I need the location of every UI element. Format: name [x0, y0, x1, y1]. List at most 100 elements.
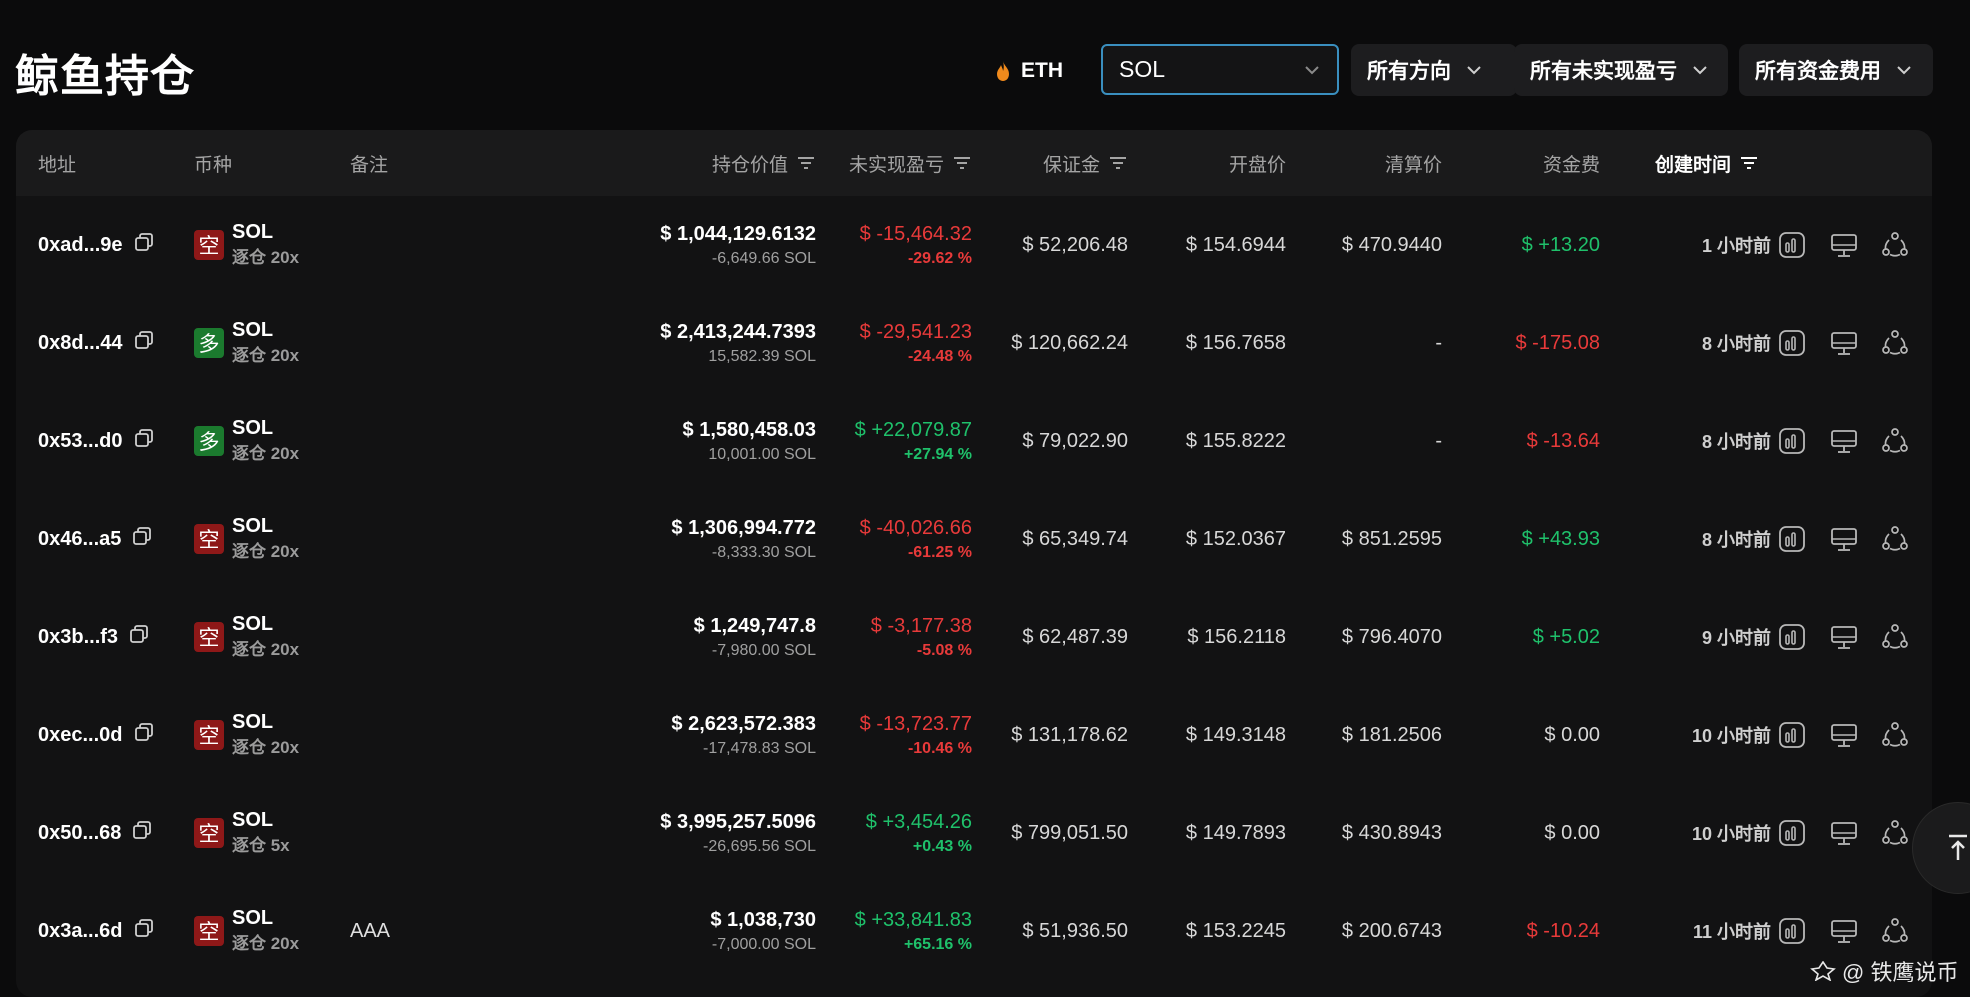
coin-name: SOL: [232, 613, 274, 635]
chart-icon[interactable]: [1777, 622, 1807, 652]
share-icon[interactable]: [1880, 230, 1910, 260]
share-icon[interactable]: [1880, 916, 1910, 946]
created-time-cell: 8 小时前: [1701, 432, 1771, 452]
entry-price-cell: $ 155.8222: [1185, 429, 1286, 452]
direction-dropdown[interactable]: 所有方向: [1351, 44, 1517, 96]
entry-price-cell: $ 156.7658: [1185, 331, 1286, 354]
monitor-icon[interactable]: [1829, 426, 1859, 456]
share-icon[interactable]: [1880, 622, 1910, 652]
margin-cell: $ 65,349.74: [1022, 527, 1128, 550]
page-title: 鲸鱼持仓: [15, 52, 195, 101]
table-row[interactable]: 0x3b...f3 空 SOL 逐仓 20x $ 1,249,747.8 -7,…: [16, 588, 1932, 686]
note-cell[interactable]: AAA: [350, 882, 390, 980]
address-cell[interactable]: 0x53...d0: [38, 392, 155, 490]
coin-name: SOL: [232, 711, 274, 733]
table-row[interactable]: 0xad...9e 空 SOL 逐仓 20x $ 1,044,129.6132 …: [16, 196, 1932, 294]
copy-icon[interactable]: [131, 525, 153, 553]
table-row[interactable]: 0x8d...44 多 SOL 逐仓 20x $ 2,413,244.7393 …: [16, 294, 1932, 392]
address-text[interactable]: 0xad...9e: [38, 234, 123, 257]
chart-icon[interactable]: [1777, 916, 1807, 946]
chevron-down-icon[interactable]: [1303, 61, 1321, 79]
monitor-icon[interactable]: [1829, 328, 1859, 358]
address-cell[interactable]: 0xad...9e: [38, 196, 155, 294]
coin-search-select[interactable]: SOL: [1101, 44, 1339, 95]
monitor-icon[interactable]: [1829, 818, 1859, 848]
share-icon[interactable]: [1880, 818, 1910, 848]
copy-icon[interactable]: [133, 721, 155, 749]
pnl-dropdown[interactable]: 所有未实现盈亏: [1514, 44, 1728, 96]
leverage-label: 逐仓 20x: [232, 542, 300, 561]
sort-icon[interactable]: [1739, 156, 1759, 170]
leverage-label: 逐仓 20x: [232, 738, 300, 757]
copy-icon[interactable]: [133, 917, 155, 945]
leverage-label: 逐仓 5x: [232, 836, 290, 855]
chart-icon[interactable]: [1777, 328, 1807, 358]
monitor-icon[interactable]: [1829, 916, 1859, 946]
address-text[interactable]: 0x3a...6d: [38, 920, 123, 943]
share-icon[interactable]: [1880, 524, 1910, 554]
table-row[interactable]: 0x46...a5 空 SOL 逐仓 20x $ 1,306,994.772 -…: [16, 490, 1932, 588]
address-text[interactable]: 0x46...a5: [38, 528, 121, 551]
coin-cell: 空 SOL 逐仓 5x: [194, 784, 290, 882]
table-header: 地址 币种 备注 持仓价值 未实现盈亏 保证金 开盘价 清算价 资金费 创建时间: [16, 130, 1932, 196]
monitor-icon[interactable]: [1829, 230, 1859, 260]
address-cell[interactable]: 0x3a...6d: [38, 882, 155, 980]
col-entry: 开盘价: [1228, 154, 1286, 176]
funding-cell: $ -13.64: [1526, 429, 1600, 452]
table-row[interactable]: 0x50...68 空 SOL 逐仓 5x $ 3,995,257.5096 -…: [16, 784, 1932, 882]
eth-label: ETH: [1021, 59, 1063, 82]
whale-positions-table: 地址 币种 备注 持仓价值 未实现盈亏 保证金 开盘价 清算价 资金费 创建时间…: [16, 130, 1932, 997]
col-margin[interactable]: 保证金: [936, 130, 1128, 196]
copy-icon[interactable]: [133, 329, 155, 357]
address-cell[interactable]: 0x3b...f3: [38, 588, 150, 686]
funding-cell: $ +13.20: [1521, 233, 1600, 256]
coin-name: SOL: [232, 221, 274, 243]
funding-cell: $ +43.93: [1521, 527, 1600, 550]
copy-icon[interactable]: [133, 427, 155, 455]
entry-price-cell: $ 152.0367: [1185, 527, 1286, 550]
created-time-cell: 9 小时前: [1701, 628, 1771, 648]
chart-icon[interactable]: [1777, 720, 1807, 750]
coin-name: SOL: [232, 907, 274, 929]
address-text[interactable]: 0x50...68: [38, 822, 121, 845]
share-icon[interactable]: [1880, 328, 1910, 358]
coin-name: SOL: [232, 515, 274, 537]
address-text[interactable]: 0x53...d0: [38, 430, 123, 453]
coin-name: SOL: [232, 809, 274, 831]
funding-dropdown[interactable]: 所有资金费用: [1739, 44, 1933, 96]
coin-cell: 空 SOL 逐仓 20x: [194, 882, 299, 980]
margin-cell: $ 79,022.90: [1022, 429, 1128, 452]
eth-filter[interactable]: ETH: [995, 56, 1063, 86]
monitor-icon[interactable]: [1829, 622, 1859, 652]
table-row[interactable]: 0x3a...6d 空 SOL 逐仓 20x AAA $ 1,038,730 -…: [16, 882, 1932, 980]
copy-icon[interactable]: [133, 231, 155, 259]
address-cell[interactable]: 0x8d...44: [38, 294, 155, 392]
margin-cell: $ 799,051.50: [1011, 821, 1128, 844]
address-cell[interactable]: 0x46...a5: [38, 490, 153, 588]
leverage-label: 逐仓 20x: [232, 934, 300, 953]
chart-icon[interactable]: [1777, 426, 1807, 456]
share-icon[interactable]: [1880, 426, 1910, 456]
side-badge: 空: [194, 230, 224, 260]
watermark: @ 铁鹰说币: [1810, 955, 1958, 987]
address-cell[interactable]: 0x50...68: [38, 784, 153, 882]
coin-cell: 多 SOL 逐仓 20x: [194, 294, 299, 392]
table-row[interactable]: 0xec...0d 空 SOL 逐仓 20x $ 2,623,572.383 -…: [16, 686, 1932, 784]
monitor-icon[interactable]: [1829, 720, 1859, 750]
share-icon[interactable]: [1880, 720, 1910, 750]
address-cell[interactable]: 0xec...0d: [38, 686, 155, 784]
coin-name: SOL: [232, 319, 274, 341]
created-time-cell: 8 小时前: [1701, 334, 1771, 354]
address-text[interactable]: 0x3b...f3: [38, 626, 118, 649]
chart-icon[interactable]: [1777, 524, 1807, 554]
coin-search-value[interactable]: SOL: [1119, 56, 1303, 83]
chart-icon[interactable]: [1777, 818, 1807, 848]
address-text[interactable]: 0xec...0d: [38, 724, 123, 747]
col-created[interactable]: 创建时间: [1655, 130, 1759, 196]
monitor-icon[interactable]: [1829, 524, 1859, 554]
copy-icon[interactable]: [131, 819, 153, 847]
copy-icon[interactable]: [128, 623, 150, 651]
address-text[interactable]: 0x8d...44: [38, 332, 123, 355]
chart-icon[interactable]: [1777, 230, 1807, 260]
table-row[interactable]: 0x53...d0 多 SOL 逐仓 20x $ 1,580,458.03 10…: [16, 392, 1932, 490]
